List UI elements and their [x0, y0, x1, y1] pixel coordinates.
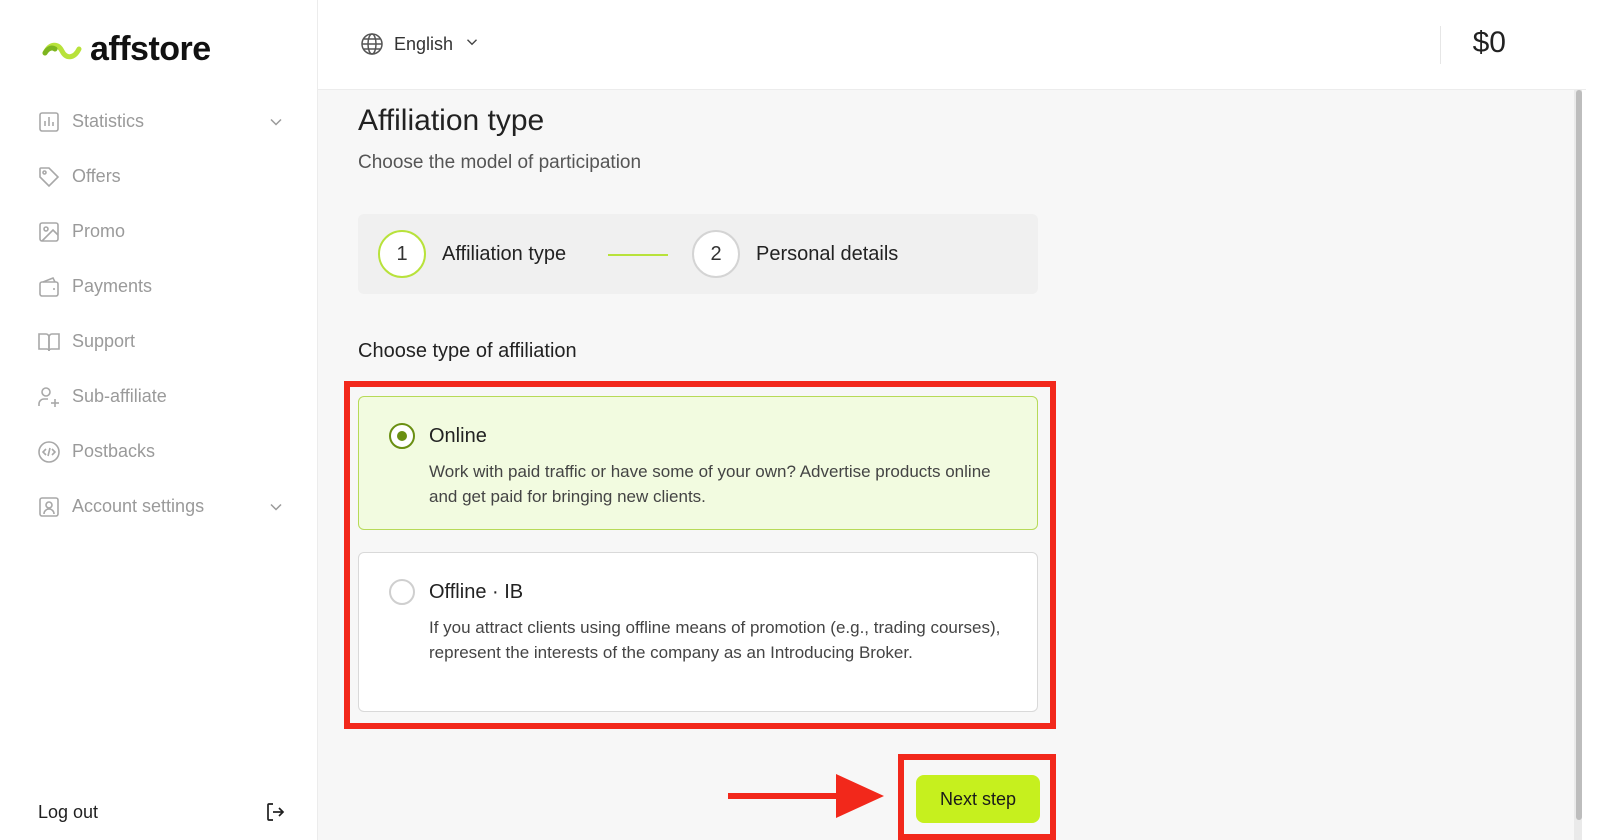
chevron-down-icon[interactable] [266, 112, 286, 132]
step-label: Affiliation type [442, 242, 567, 265]
logout-button[interactable]: Log out [38, 800, 288, 824]
sidebar-item-account-settings[interactable]: Account settings [36, 479, 286, 534]
annotation-arrow-icon [728, 774, 884, 818]
sidebar: affstore Statistics Offers Promo Payment… [0, 0, 318, 840]
sidebar-item-label: Account settings [72, 496, 205, 516]
tag-icon [36, 164, 62, 190]
chevron-down-icon [463, 33, 481, 56]
book-icon [36, 329, 62, 355]
step-label: Personal details [756, 242, 899, 265]
section-label: Choose type of affiliation [358, 340, 577, 362]
globe-icon [361, 33, 383, 55]
wallet-icon [36, 274, 62, 300]
annotation-highlight-next-button [898, 754, 1056, 840]
logout-icon [267, 803, 285, 821]
balance: $0 [1472, 26, 1506, 59]
step-number: 1 [378, 230, 426, 278]
sidebar-item-label: Support [72, 331, 136, 351]
step-personal-details: 2 Personal details [692, 230, 898, 278]
user-square-icon [36, 494, 62, 520]
sidebar-item-support[interactable]: Support [36, 314, 286, 369]
sidebar-nav: Statistics Offers Promo Payments Support… [36, 94, 286, 534]
logo[interactable]: affstore [42, 30, 211, 69]
language-label: English [394, 33, 454, 54]
step-number: 2 [692, 230, 740, 278]
sidebar-item-payments[interactable]: Payments [36, 259, 286, 314]
bar-chart-icon [36, 109, 62, 135]
sidebar-item-label: Payments [72, 276, 153, 296]
sidebar-item-label: Promo [72, 221, 126, 241]
sidebar-item-offers[interactable]: Offers [36, 149, 286, 204]
page-title: Affiliation type [358, 104, 545, 137]
logout-label: Log out [38, 801, 99, 822]
scrollbar-thumb[interactable] [1576, 90, 1582, 820]
chevron-down-icon[interactable] [266, 497, 286, 517]
sidebar-item-promo[interactable]: Promo [36, 204, 286, 259]
sidebar-item-label: Offers [72, 166, 121, 186]
step-connector [608, 254, 668, 256]
affstore-logo-icon [42, 42, 82, 59]
sidebar-item-label: Statistics [72, 111, 145, 131]
header-divider [1440, 26, 1441, 64]
top-header: English $0 [318, 0, 1586, 90]
annotation-highlight-options [344, 381, 1056, 729]
sidebar-item-statistics[interactable]: Statistics [36, 94, 286, 149]
sidebar-item-postbacks[interactable]: Postbacks [36, 424, 286, 479]
brand-name: affstore [90, 30, 211, 68]
user-add-icon [36, 384, 62, 410]
image-icon [36, 219, 62, 245]
code-circle-icon [36, 439, 62, 465]
step-affiliation-type: 1 Affiliation type [378, 230, 566, 278]
page-subtitle: Choose the model of participation [358, 152, 642, 173]
sidebar-item-label: Postbacks [72, 441, 156, 461]
language-selector[interactable]: English [360, 32, 481, 56]
sidebar-item-sub-affiliate[interactable]: Sub-affiliate [36, 369, 286, 424]
sidebar-item-label: Sub-affiliate [72, 386, 167, 406]
stepper: 1 Affiliation type 2 Personal details [358, 214, 1038, 294]
